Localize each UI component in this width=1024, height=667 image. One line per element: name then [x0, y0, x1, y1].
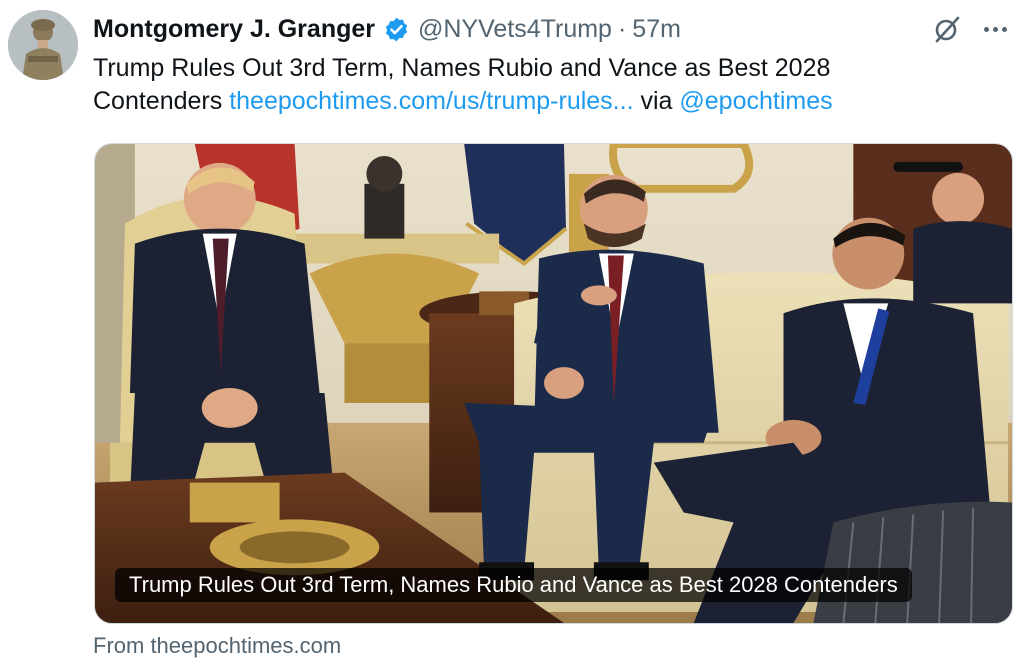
mention-link[interactable]: @epochtimes [679, 87, 832, 115]
user-handle[interactable]: @NYVets4Trump [418, 15, 612, 44]
tweet-header: Montgomery J. Granger @NYVets4Trump · 57… [93, 12, 1004, 46]
card-source[interactable]: From theepochtimes.com [93, 633, 341, 659]
article-card-image[interactable]: Trump Rules Out 3rd Term, Names Rubio an… [94, 143, 1013, 624]
image-caption: Trump Rules Out 3rd Term, Names Rubio an… [115, 568, 912, 602]
oval-office-photo [95, 144, 1012, 623]
tweet-text: Trump Rules Out 3rd Term, Names Rubio an… [93, 52, 993, 118]
grok-icon[interactable] [932, 14, 962, 44]
avatar[interactable] [8, 10, 78, 80]
tweet-text-line1: Trump Rules Out 3rd Term, Names Rubio an… [93, 54, 831, 82]
article-link[interactable]: theepochtimes.com/us/trump-rules... [229, 87, 633, 115]
more-options-icon[interactable] [980, 14, 1010, 44]
via-text: via [633, 87, 680, 115]
display-name[interactable]: Montgomery J. Granger [93, 15, 375, 44]
verified-badge-icon[interactable] [383, 16, 410, 43]
avatar-photo-icon [8, 10, 78, 80]
separator-dot: · [617, 14, 627, 43]
tweet-text-line2: Contenders theepochtimes.com/us/trump-ru… [93, 85, 993, 118]
tweet-text-prefix: Contenders [93, 87, 230, 115]
timestamp[interactable]: 57m [632, 15, 681, 44]
